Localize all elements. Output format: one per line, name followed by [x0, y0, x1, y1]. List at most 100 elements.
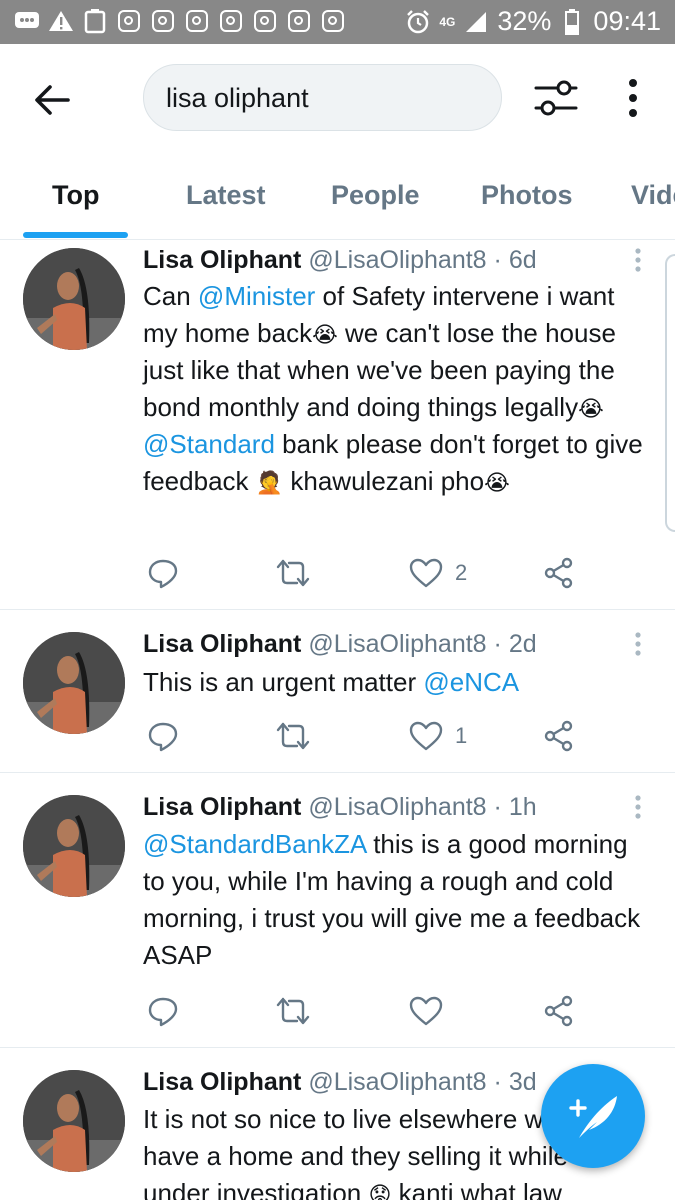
system-status: 4G 32% 09:41	[405, 6, 661, 37]
instagram-icon	[286, 8, 312, 34]
heart-icon	[409, 721, 443, 751]
reply-icon	[148, 559, 178, 589]
tab-people[interactable]: People	[331, 180, 420, 211]
tweet-header: Lisa Oliphant @LisaOliphant8 · 6d	[143, 246, 537, 275]
mention-link[interactable]: @StandardBankZA	[143, 829, 366, 859]
timestamp[interactable]: 6d	[509, 246, 537, 274]
display-name[interactable]: Lisa Oliphant	[143, 793, 301, 821]
display-name[interactable]: Lisa Oliphant	[143, 1068, 301, 1096]
crying-face-emoji: 😭	[484, 470, 510, 495]
like-button[interactable]: 1	[409, 719, 467, 753]
share-icon	[544, 995, 573, 1027]
avatar[interactable]	[23, 248, 125, 350]
mention-link[interactable]: @eNCA	[423, 667, 519, 697]
reply-button[interactable]	[147, 719, 179, 753]
share-button[interactable]	[543, 719, 575, 753]
retweet-icon	[276, 722, 310, 750]
back-button[interactable]	[30, 78, 74, 122]
tweet-text: @StandardBankZA this is a good morning t…	[143, 826, 643, 974]
timestamp[interactable]: 1h	[509, 793, 537, 821]
avatar[interactable]	[23, 795, 125, 897]
tweet-text-part: khawulezani pho	[283, 466, 485, 496]
tweet-actions: 1	[143, 719, 583, 753]
retweet-icon	[276, 997, 310, 1025]
heart-icon	[409, 558, 443, 588]
instagram-icon	[218, 8, 244, 34]
tab-latest[interactable]: Latest	[186, 180, 266, 211]
display-name[interactable]: Lisa Oliphant	[143, 630, 301, 658]
user-handle[interactable]: @LisaOliphant8	[308, 246, 486, 274]
share-icon	[544, 557, 573, 589]
tweet-menu-button[interactable]	[628, 246, 648, 276]
instagram-icon	[252, 8, 278, 34]
clock: 09:41	[593, 6, 661, 36]
sliders-icon	[534, 80, 578, 116]
reply-button[interactable]	[147, 994, 179, 1028]
network-type: 4G	[439, 14, 456, 29]
retweet-icon	[276, 559, 310, 587]
like-button[interactable]: 2	[409, 556, 467, 590]
alarm-icon	[405, 9, 431, 35]
tweet-menu-button[interactable]	[628, 630, 648, 660]
user-handle[interactable]: @LisaOliphant8	[308, 793, 486, 821]
search-filter-button[interactable]	[532, 74, 580, 122]
chat-notification-icon	[14, 8, 40, 34]
reply-icon	[148, 997, 178, 1027]
mention-link[interactable]: @Standard	[143, 429, 275, 459]
tweet-menu-button[interactable]	[628, 793, 648, 823]
instagram-icon	[184, 8, 210, 34]
instagram-icon	[320, 8, 346, 34]
avatar[interactable]	[23, 632, 125, 734]
retweet-button[interactable]	[275, 556, 311, 590]
separator-dot: ·	[493, 1068, 502, 1096]
tweet-actions: 2	[143, 556, 583, 590]
tweet-header: Lisa Oliphant @LisaOliphant8 · 2d	[143, 630, 537, 659]
tweet-text: This is an urgent matter @eNCA	[143, 664, 643, 701]
scroll-indicator[interactable]	[665, 254, 675, 532]
instagram-icon	[116, 8, 142, 34]
recycle-icon	[82, 8, 108, 34]
signal-icon	[463, 9, 489, 35]
like-button[interactable]	[409, 994, 455, 1028]
overflow-menu-button[interactable]	[618, 76, 648, 120]
retweet-button[interactable]	[275, 719, 311, 753]
tab-top[interactable]: Top	[52, 180, 99, 211]
tweet[interactable]: Lisa Oliphant @LisaOliphant8 · 1h @Stand…	[0, 773, 675, 1048]
battery-icon	[559, 8, 585, 35]
arrow-left-icon	[35, 85, 70, 115]
timestamp[interactable]: 3d	[509, 1068, 537, 1096]
reply-icon	[148, 722, 178, 752]
tweet-text: Can @Minister of Safety intervene i want…	[143, 278, 643, 500]
active-tab-indicator	[23, 232, 128, 238]
search-input[interactable]: lisa oliphant	[143, 64, 502, 131]
tweet[interactable]: Lisa Oliphant @LisaOliphant8 · 6d Can @M…	[0, 240, 675, 610]
notification-icons	[14, 8, 346, 34]
tab-videos[interactable]: Videos	[631, 180, 675, 211]
compose-tweet-button[interactable]	[541, 1064, 645, 1168]
separator-dot: ·	[493, 246, 502, 274]
tweet-text-part: This is an urgent matter	[143, 667, 424, 697]
search-header: lisa oliphant	[0, 44, 675, 154]
tweet[interactable]: Lisa Oliphant @LisaOliphant8 · 2d This i…	[0, 610, 675, 773]
user-handle[interactable]: @LisaOliphant8	[308, 1068, 486, 1096]
tweet-header: Lisa Oliphant @LisaOliphant8 · 3d	[143, 1068, 537, 1097]
user-handle[interactable]: @LisaOliphant8	[308, 630, 486, 658]
timestamp[interactable]: 2d	[509, 630, 537, 658]
display-name[interactable]: Lisa Oliphant	[143, 246, 301, 274]
tweet-header: Lisa Oliphant @LisaOliphant8 · 1h	[143, 793, 537, 822]
upside-down-face-emoji: 😟	[368, 1182, 392, 1200]
compose-feather-icon	[569, 1096, 617, 1138]
heart-icon	[409, 996, 443, 1026]
instagram-icon	[150, 8, 176, 34]
mention-link[interactable]: @Minister	[198, 281, 315, 311]
like-count: 2	[455, 560, 468, 585]
share-button[interactable]	[543, 556, 575, 590]
retweet-button[interactable]	[275, 994, 311, 1028]
tweet-actions	[143, 994, 583, 1028]
avatar[interactable]	[23, 1070, 125, 1172]
search-query: lisa oliphant	[166, 83, 309, 113]
battery-percent: 32%	[497, 6, 552, 36]
reply-button[interactable]	[147, 556, 179, 590]
tab-photos[interactable]: Photos	[481, 180, 573, 211]
share-button[interactable]	[543, 994, 575, 1028]
